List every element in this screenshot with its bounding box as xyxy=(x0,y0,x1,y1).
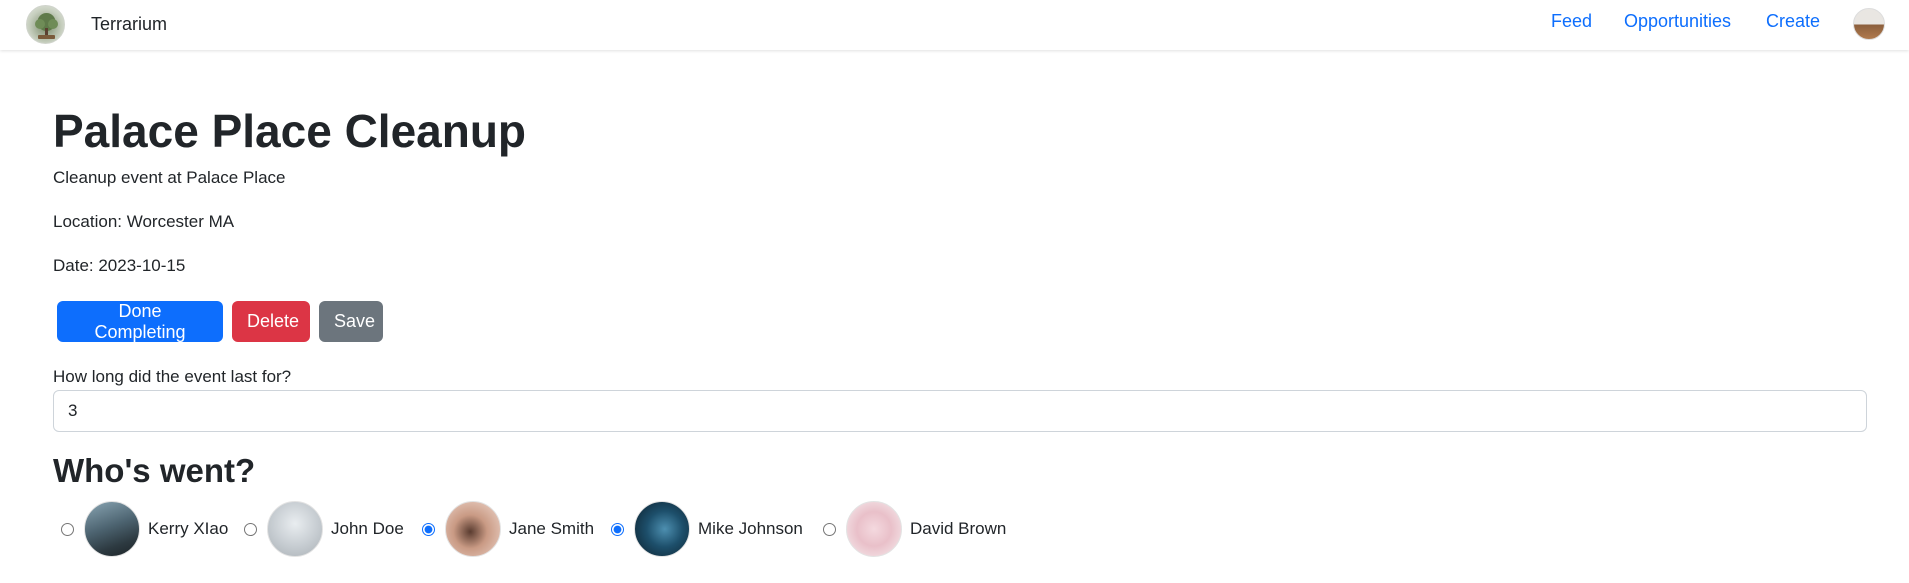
attendee-radio[interactable] xyxy=(61,522,74,536)
attendance-heading: Who's went? xyxy=(53,452,256,489)
attendee-name: Kerry XIao xyxy=(148,519,229,538)
attendee-radio[interactable] xyxy=(244,522,257,536)
event-description: Cleanup event at Palace Place xyxy=(53,168,286,187)
done-completing-button[interactable]: Done Completing xyxy=(57,301,223,342)
brand-logo[interactable] xyxy=(26,5,65,44)
attendee-radio[interactable] xyxy=(422,522,435,536)
event-location: Location: Worcester MA xyxy=(53,212,235,231)
attendee-name: John Doe xyxy=(331,519,404,538)
attendee-item: John Doe xyxy=(236,501,404,557)
duration-label: How long did the event last for? xyxy=(53,367,292,386)
event-title: Palace Place Cleanup xyxy=(53,105,527,157)
save-button[interactable]: Save xyxy=(319,301,383,342)
top-navbar: Terrarium Feed Opportunities Create xyxy=(0,0,1909,50)
attendee-item: Jane Smith xyxy=(414,501,594,557)
attendee-item: Mike Johnson xyxy=(603,501,803,557)
attendee-avatar xyxy=(846,501,902,557)
brand-name[interactable]: Terrarium xyxy=(91,14,167,35)
delete-button[interactable]: Delete xyxy=(232,301,310,342)
attendee-avatar xyxy=(267,501,323,557)
attendee-avatar xyxy=(84,501,140,557)
user-avatar[interactable] xyxy=(1853,8,1885,40)
attendee-item: Kerry XIao xyxy=(53,501,228,557)
nav-link-create[interactable]: Create xyxy=(1766,11,1820,32)
event-date: Date: 2023-10-15 xyxy=(53,256,186,275)
attendee-avatar xyxy=(445,501,501,557)
attendee-name: Mike Johnson xyxy=(698,519,803,538)
nav-link-feed[interactable]: Feed xyxy=(1551,11,1592,32)
nav-link-opportunities[interactable]: Opportunities xyxy=(1624,11,1731,32)
attendee-name: David Brown xyxy=(910,519,1007,538)
attendee-avatar xyxy=(634,501,690,557)
attendee-item: David Brown xyxy=(815,501,1006,557)
attendee-name: Jane Smith xyxy=(509,519,595,538)
attendee-radio[interactable] xyxy=(823,522,836,536)
duration-input[interactable] xyxy=(53,390,1867,432)
attendee-radio[interactable] xyxy=(611,522,624,536)
